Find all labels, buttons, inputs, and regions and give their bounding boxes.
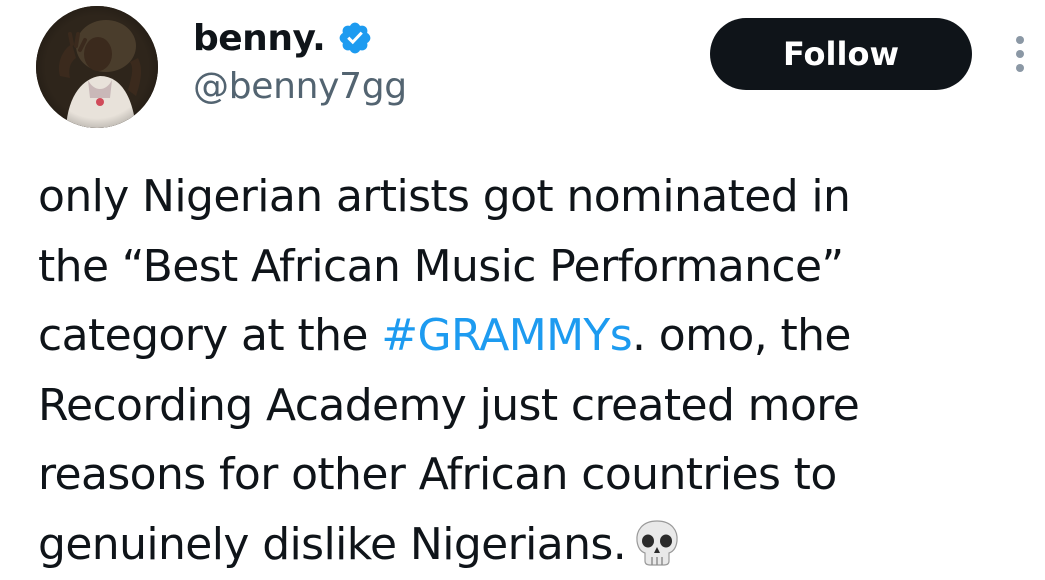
tweet-line: reasons for other African countries to bbox=[38, 449, 837, 500]
avatar-photo bbox=[36, 6, 158, 128]
author-handle[interactable]: @benny7gg bbox=[193, 66, 407, 107]
skull-emoji-icon bbox=[634, 519, 680, 567]
tweet-line: category at the #GRAMMYs. omo, the bbox=[38, 301, 998, 371]
more-options-icon[interactable] bbox=[1006, 30, 1034, 78]
tweet-card: benny. @benny7gg Follow only Nigerian ar… bbox=[0, 0, 1045, 580]
follow-button[interactable]: Follow bbox=[710, 18, 972, 90]
tweet-line: only Nigerian artists got nominated in bbox=[38, 171, 851, 222]
author-name-row: benny. bbox=[193, 12, 373, 64]
hashtag-link[interactable]: #GRAMMYs bbox=[381, 310, 632, 361]
tweet-line: the “Best African Music Performance” bbox=[38, 240, 844, 292]
author-avatar[interactable] bbox=[36, 6, 158, 128]
tweet-line: genuinely dislike Nigerians. bbox=[38, 510, 998, 580]
verified-badge-icon[interactable] bbox=[337, 20, 373, 56]
tweet-line: Recording Academy just created more bbox=[38, 379, 860, 431]
author-display-name[interactable]: benny. bbox=[193, 18, 326, 59]
tweet-text-segment: category at the bbox=[38, 310, 382, 361]
tweet-text: only Nigerian artists got nominated in t… bbox=[38, 162, 998, 579]
tweet-text-segment: . omo, the bbox=[632, 310, 851, 361]
tweet-text-segment: genuinely dislike Nigerians. bbox=[38, 518, 627, 570]
